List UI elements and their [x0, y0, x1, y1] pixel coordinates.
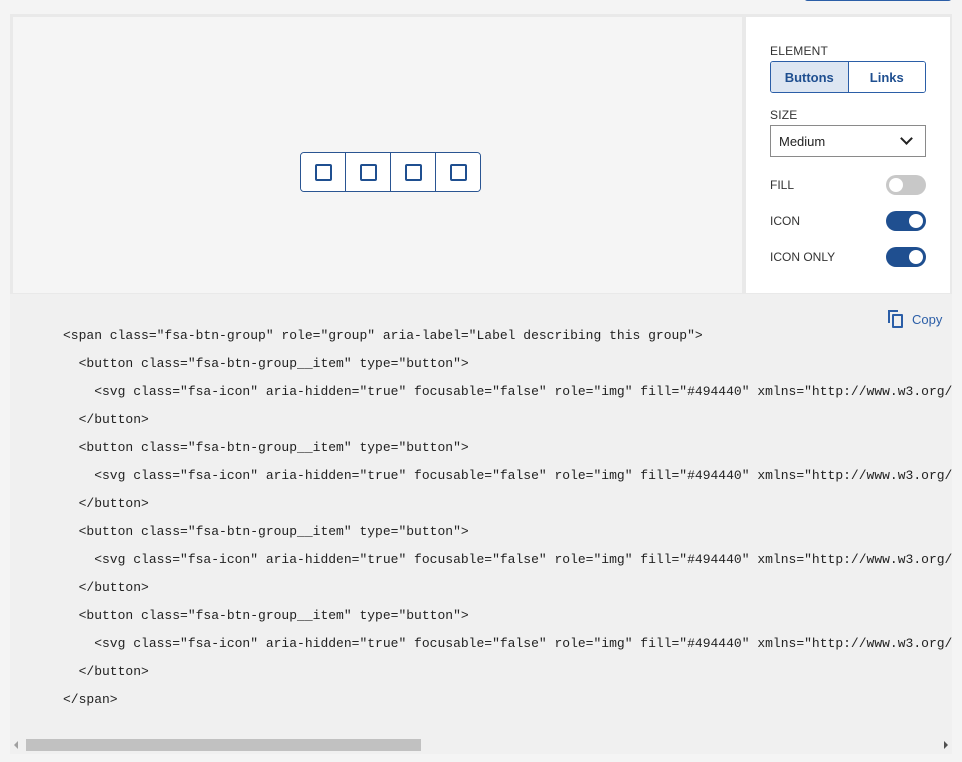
code-panel: Copy <span class="fsa-btn-group" role="g… — [10, 294, 952, 754]
button-group-item[interactable] — [346, 153, 391, 191]
code-line: <svg class="fsa-icon" aria-hidden="true"… — [63, 636, 952, 651]
code-line: <button class="fsa-btn-group__item" type… — [63, 356, 469, 371]
code-line: </button> — [63, 580, 149, 595]
button-group-item[interactable] — [301, 153, 346, 191]
code-line: <button class="fsa-btn-group__item" type… — [63, 524, 469, 539]
code-line: </button> — [63, 496, 149, 511]
code-line: </button> — [63, 664, 149, 679]
code-block: <span class="fsa-btn-group" role="group"… — [63, 322, 952, 714]
horizontal-scrollbar[interactable] — [10, 736, 952, 754]
fill-label: FILL — [770, 178, 795, 192]
button-group-item[interactable] — [391, 153, 436, 191]
size-select[interactable]: Medium — [770, 125, 926, 157]
code-line: <button class="fsa-btn-group__item" type… — [63, 440, 469, 455]
fill-toggle[interactable] — [886, 175, 926, 195]
code-line: </button> — [63, 412, 149, 427]
square-outline-icon — [314, 163, 332, 181]
button-group — [300, 152, 481, 192]
element-option-links[interactable]: Links — [848, 62, 925, 92]
top-right-button-edge[interactable] — [804, 0, 952, 1]
scroll-left-arrow-icon[interactable] — [14, 741, 18, 749]
element-option-buttons[interactable]: Buttons — [771, 62, 849, 92]
code-line: <button class="fsa-btn-group__item" type… — [63, 608, 469, 623]
button-group-item[interactable] — [436, 153, 480, 191]
code-line: <svg class="fsa-icon" aria-hidden="true"… — [63, 552, 952, 567]
square-outline-icon — [449, 163, 467, 181]
size-select-value: Medium — [779, 133, 826, 149]
square-outline-icon — [359, 163, 377, 181]
chevron-down-icon — [900, 132, 913, 145]
controls-panel: ELEMENT Buttons Links SIZE Medium FILL I… — [746, 17, 950, 293]
icon-toggle[interactable] — [886, 211, 926, 231]
square-outline-icon — [404, 163, 422, 181]
icon-label: ICON — [770, 214, 800, 228]
icon-only-label: ICON ONLY — [770, 250, 836, 264]
element-segmented-control: Buttons Links — [770, 61, 926, 93]
toggle-knob — [889, 178, 903, 192]
code-line: <svg class="fsa-icon" aria-hidden="true"… — [63, 384, 952, 399]
toggle-knob — [909, 250, 923, 264]
preview-area — [13, 17, 742, 293]
code-line: <svg class="fsa-icon" aria-hidden="true"… — [63, 468, 952, 483]
size-label: SIZE — [770, 108, 798, 122]
scrollbar-thumb[interactable] — [26, 739, 421, 751]
icon-only-toggle[interactable] — [886, 247, 926, 267]
scroll-right-arrow-icon[interactable] — [944, 741, 948, 749]
code-line: <span class="fsa-btn-group" role="group"… — [63, 328, 703, 343]
element-label: ELEMENT — [770, 44, 829, 58]
toggle-knob — [909, 214, 923, 228]
code-line: </span> — [63, 692, 118, 707]
